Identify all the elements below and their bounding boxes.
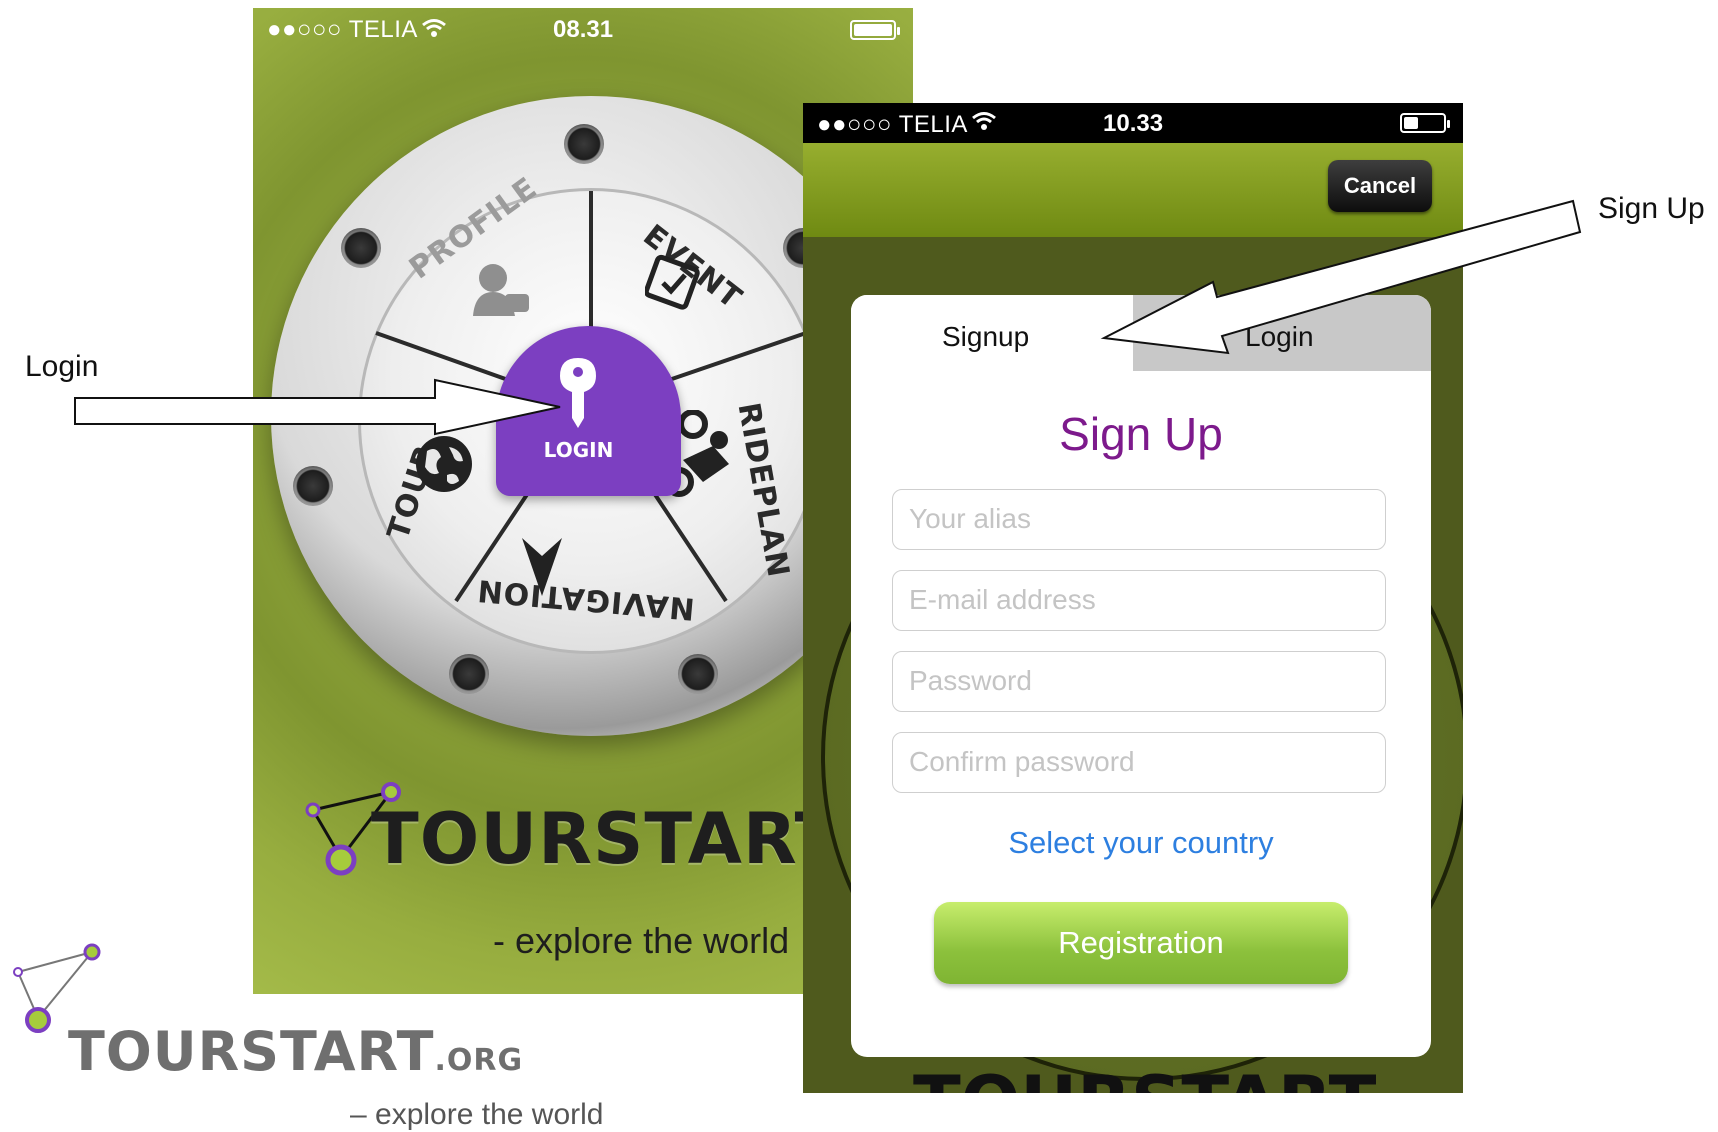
login-pointer-arrow: [74, 378, 561, 436]
login-annotation: Login: [25, 350, 99, 383]
signup-pointer-arrow: [1100, 199, 1582, 355]
annotation-arrows: [74, 199, 1582, 436]
signup-annotation: Sign Up: [1598, 192, 1705, 225]
